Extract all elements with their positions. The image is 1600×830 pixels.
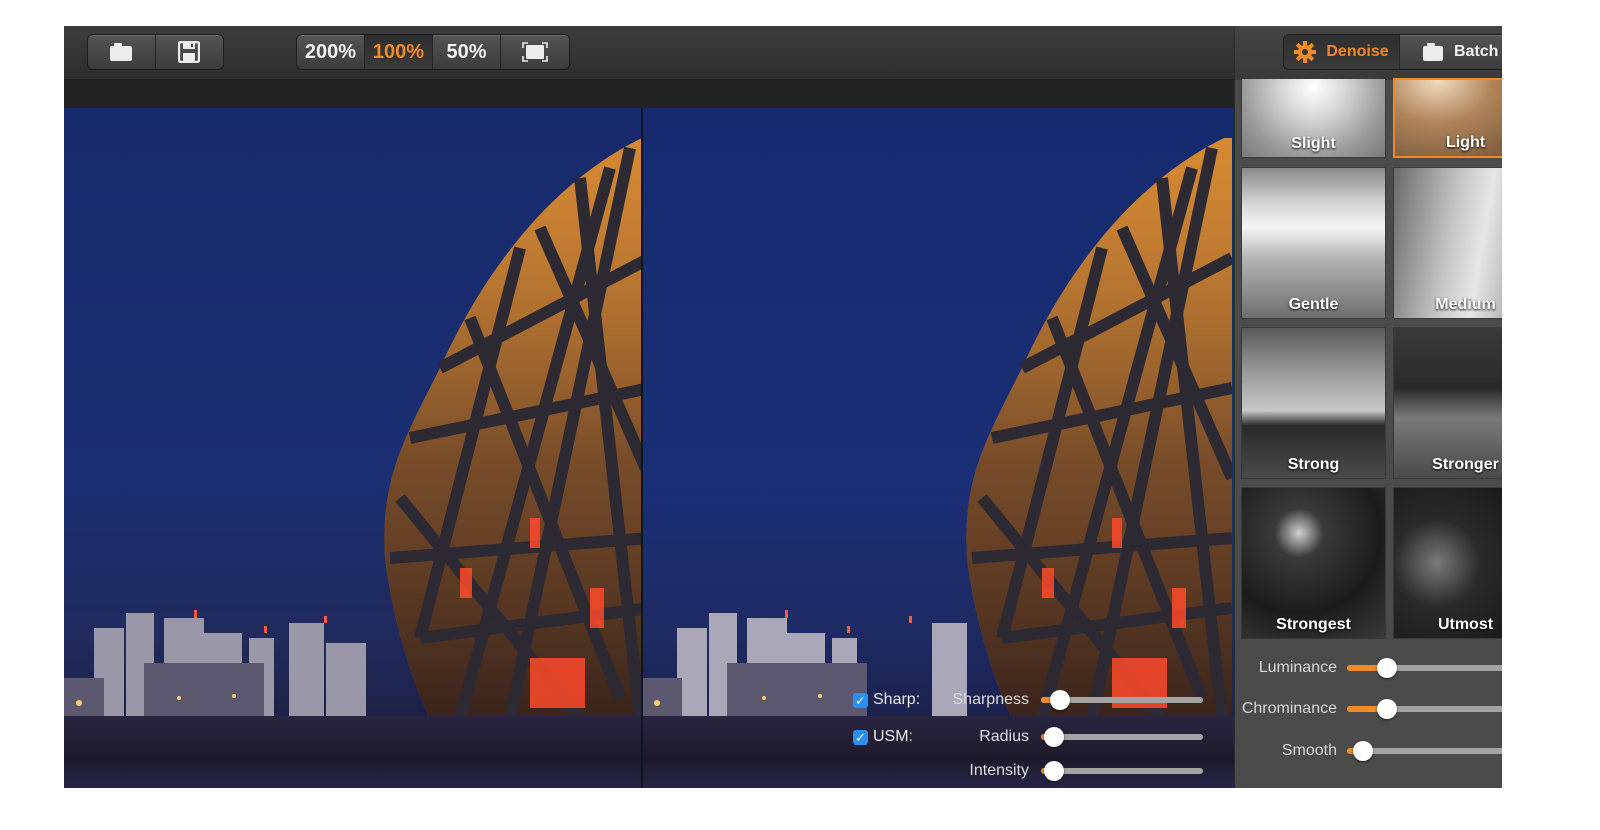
radius-label: Radius: [979, 728, 1029, 745]
preset-light[interactable]: Light: [1393, 78, 1502, 158]
tab-denoise[interactable]: Denoise: [1284, 35, 1400, 69]
slider-knob[interactable]: [1377, 658, 1397, 678]
denoise-side-panel: Denoise Batch Slight Light Gentle Medium…: [1234, 26, 1502, 788]
sharpness-slider[interactable]: [1041, 689, 1203, 711]
sharpen-controls: ✓ Sharp: Sharpness ✓ USM: Radius Intensi…: [849, 688, 1209, 788]
tab-batch-label: Batch: [1454, 43, 1499, 60]
stadium-structure: [966, 138, 1232, 718]
sharp-row: ✓ Sharp: Sharpness: [849, 688, 1209, 712]
slider-knob[interactable]: [1043, 761, 1064, 781]
folder-icon: [110, 43, 133, 61]
save-icon: [178, 41, 201, 63]
preset-label: Gentle: [1288, 296, 1339, 313]
slider-knob[interactable]: [1377, 699, 1397, 719]
preset-utmost[interactable]: Utmost: [1393, 487, 1502, 639]
folder-icon: [1423, 43, 1443, 61]
app-window: 200% 100% 50% ✓ Sharp: Sharpness ✓ USM: …: [64, 26, 1502, 788]
usm-checkbox[interactable]: ✓: [853, 729, 868, 745]
luminance-label: Luminance: [1258, 659, 1337, 676]
fit-screen-icon: [522, 42, 548, 62]
toolbar-subbar: [64, 80, 1234, 108]
luminance-slider[interactable]: [1347, 657, 1502, 679]
original-image-pane: [64, 108, 642, 788]
luminance-row: Luminance: [1235, 657, 1502, 681]
tab-denoise-label: Denoise: [1326, 43, 1389, 60]
radius-slider[interactable]: [1041, 726, 1203, 748]
chrominance-label: Chrominance: [1241, 700, 1337, 717]
preset-label: Strongest: [1276, 616, 1351, 633]
preset-label: Strong: [1287, 456, 1340, 473]
chrominance-slider[interactable]: [1347, 698, 1502, 720]
mode-bar: Denoise Batch: [1235, 26, 1502, 80]
zoom-100-button[interactable]: 100%: [365, 35, 433, 69]
preset-medium[interactable]: Medium: [1393, 167, 1502, 319]
mode-tabs: Denoise Batch: [1283, 34, 1502, 70]
slider-knob[interactable]: [1353, 741, 1373, 761]
preset-label: Medium: [1435, 296, 1496, 313]
save-button[interactable]: [156, 35, 224, 69]
stadium-structure: [384, 138, 642, 718]
slider-knob[interactable]: [1050, 690, 1071, 710]
fit-screen-button[interactable]: [501, 35, 569, 69]
tab-batch[interactable]: Batch: [1400, 35, 1502, 69]
file-button-group: [87, 34, 224, 70]
preset-label: Stronger: [1432, 456, 1499, 473]
sharp-label: Sharp:: [873, 691, 921, 708]
preset-strongest[interactable]: Strongest: [1241, 487, 1386, 639]
smooth-row: Smooth: [1235, 740, 1502, 764]
chrominance-row: Chrominance: [1235, 698, 1502, 722]
toolbar: 200% 100% 50%: [64, 26, 1234, 80]
smooth-label: Smooth: [1281, 742, 1337, 759]
open-button[interactable]: [88, 35, 156, 69]
preset-label: Utmost: [1437, 616, 1494, 633]
intensity-slider[interactable]: [1041, 760, 1203, 782]
preset-label: Slight: [1291, 135, 1336, 152]
preset-strong[interactable]: Strong: [1241, 327, 1386, 479]
intensity-label: Intensity: [969, 762, 1029, 779]
usm-row: ✓ USM: Radius: [849, 725, 1209, 749]
sharpness-label: Sharpness: [952, 691, 1030, 708]
comparison-divider[interactable]: [641, 108, 643, 788]
gear-icon: [1294, 41, 1317, 63]
preset-slight[interactable]: Slight: [1241, 78, 1386, 158]
preset-gentle[interactable]: Gentle: [1241, 167, 1386, 319]
slider-knob[interactable]: [1043, 727, 1064, 747]
smooth-slider[interactable]: [1347, 740, 1502, 762]
preset-label: Light: [1445, 134, 1486, 151]
image-comparison-viewer[interactable]: ✓ Sharp: Sharpness ✓ USM: Radius Intensi…: [64, 108, 1234, 788]
zoom-button-group: 200% 100% 50%: [296, 34, 570, 70]
preset-stronger[interactable]: Stronger: [1393, 327, 1502, 479]
denoise-levels: Luminance Chrominance Smooth: [1235, 646, 1502, 788]
usm-label: USM:: [873, 728, 913, 745]
intensity-row: Intensity: [849, 759, 1209, 783]
denoised-image-pane: [642, 108, 1234, 788]
sharp-checkbox[interactable]: ✓: [853, 692, 868, 708]
zoom-50-button[interactable]: 50%: [433, 35, 501, 69]
zoom-200-button[interactable]: 200%: [297, 35, 365, 69]
